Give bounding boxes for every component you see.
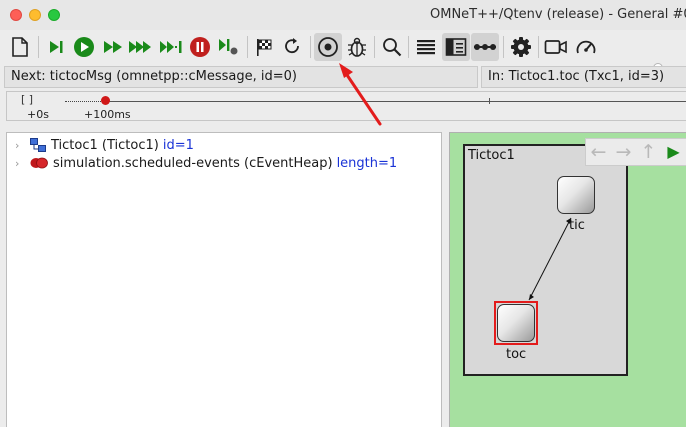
timeline-event-marker[interactable] — [101, 96, 110, 105]
up-icon[interactable]: ↑ — [636, 139, 661, 165]
record-icon[interactable] — [314, 33, 342, 61]
tree-row[interactable]: › simulation.scheduled-events (cEventHea… — [7, 154, 437, 172]
close-window-button[interactable] — [10, 9, 22, 21]
timeline-tick — [489, 98, 490, 104]
network-compound-module[interactable]: Tictoc1 tic toc — [463, 144, 628, 376]
event-heap-icon — [30, 157, 48, 169]
debug-next-icon[interactable] — [214, 33, 242, 61]
timeline-dotted-segment — [65, 101, 105, 102]
find-icon[interactable] — [378, 33, 406, 61]
stop-icon[interactable] — [186, 33, 214, 61]
window-title: OMNeT++/Qtenv (release) - General #0 - — [430, 7, 686, 22]
tree-item-length: length=1 — [336, 155, 398, 171]
network-icon — [30, 138, 46, 152]
timeline-label-mark: +100ms — [84, 108, 131, 121]
zoom-window-button[interactable] — [48, 9, 60, 21]
canvas-navigation-bar: ← → ↑ ▶ — [585, 138, 686, 166]
run-icon[interactable] — [70, 33, 98, 61]
module-toc-label: toc — [506, 347, 527, 362]
connection-arrow — [528, 217, 572, 301]
minimize-window-button[interactable] — [29, 9, 41, 21]
module-tic[interactable] — [557, 176, 595, 214]
title-bar: OMNeT++/Qtenv (release) - General #0 - — [0, 0, 686, 30]
module-tic-label: tic — [569, 218, 585, 233]
finish-icon[interactable] — [250, 33, 278, 61]
forward-icon[interactable]: → — [611, 139, 636, 165]
module-toc[interactable] — [497, 304, 535, 342]
chevron-right-icon[interactable]: › — [15, 157, 25, 170]
timeline-range-brackets: [ ] — [21, 93, 34, 106]
current-module-status: In: Tictoc1.toc (Txc1, id=3) — [481, 66, 686, 88]
split-view-icon[interactable] — [442, 33, 470, 61]
timeline-icon[interactable] — [471, 33, 499, 61]
tree-row[interactable]: › Tictoc1 (Tictoc1) id=1 — [7, 136, 437, 154]
run-until-icon[interactable] — [157, 33, 185, 61]
settings-icon[interactable] — [507, 33, 535, 61]
fast-run-icon[interactable] — [99, 33, 127, 61]
network-canvas[interactable]: Tictoc1 tic toc ← → ↑ ▶ — [449, 132, 686, 427]
debug-icon[interactable] — [343, 33, 371, 61]
event-timeline[interactable]: [ ] +0s +100ms — [6, 91, 686, 121]
timeline-axis — [105, 101, 686, 102]
log-view-icon[interactable] — [412, 33, 440, 61]
play-icon[interactable]: ▶ — [661, 139, 686, 165]
next-event-status: Next: tictocMsg (omnetpp::cMessage, id=0… — [4, 66, 478, 88]
express-run-icon[interactable] — [127, 33, 155, 61]
timeline-label-start: +0s — [27, 108, 49, 121]
speed-icon[interactable] — [572, 33, 600, 61]
chevron-right-icon[interactable]: › — [15, 139, 25, 152]
back-icon[interactable]: ← — [586, 139, 611, 165]
video-icon[interactable] — [542, 33, 570, 61]
step-icon[interactable] — [42, 33, 70, 61]
object-tree-panel: › Tictoc1 (Tictoc1) id=1 › simulation.sc… — [6, 132, 442, 427]
tree-item-label: Tictoc1 (Tictoc1) — [51, 137, 159, 153]
toolbar — [0, 30, 686, 85]
tree-item-label: simulation.scheduled-events (cEventHeap) — [53, 155, 333, 171]
tree-item-id: id=1 — [162, 137, 194, 153]
rebuild-icon[interactable] — [279, 33, 307, 61]
new-file-icon[interactable] — [6, 33, 34, 61]
